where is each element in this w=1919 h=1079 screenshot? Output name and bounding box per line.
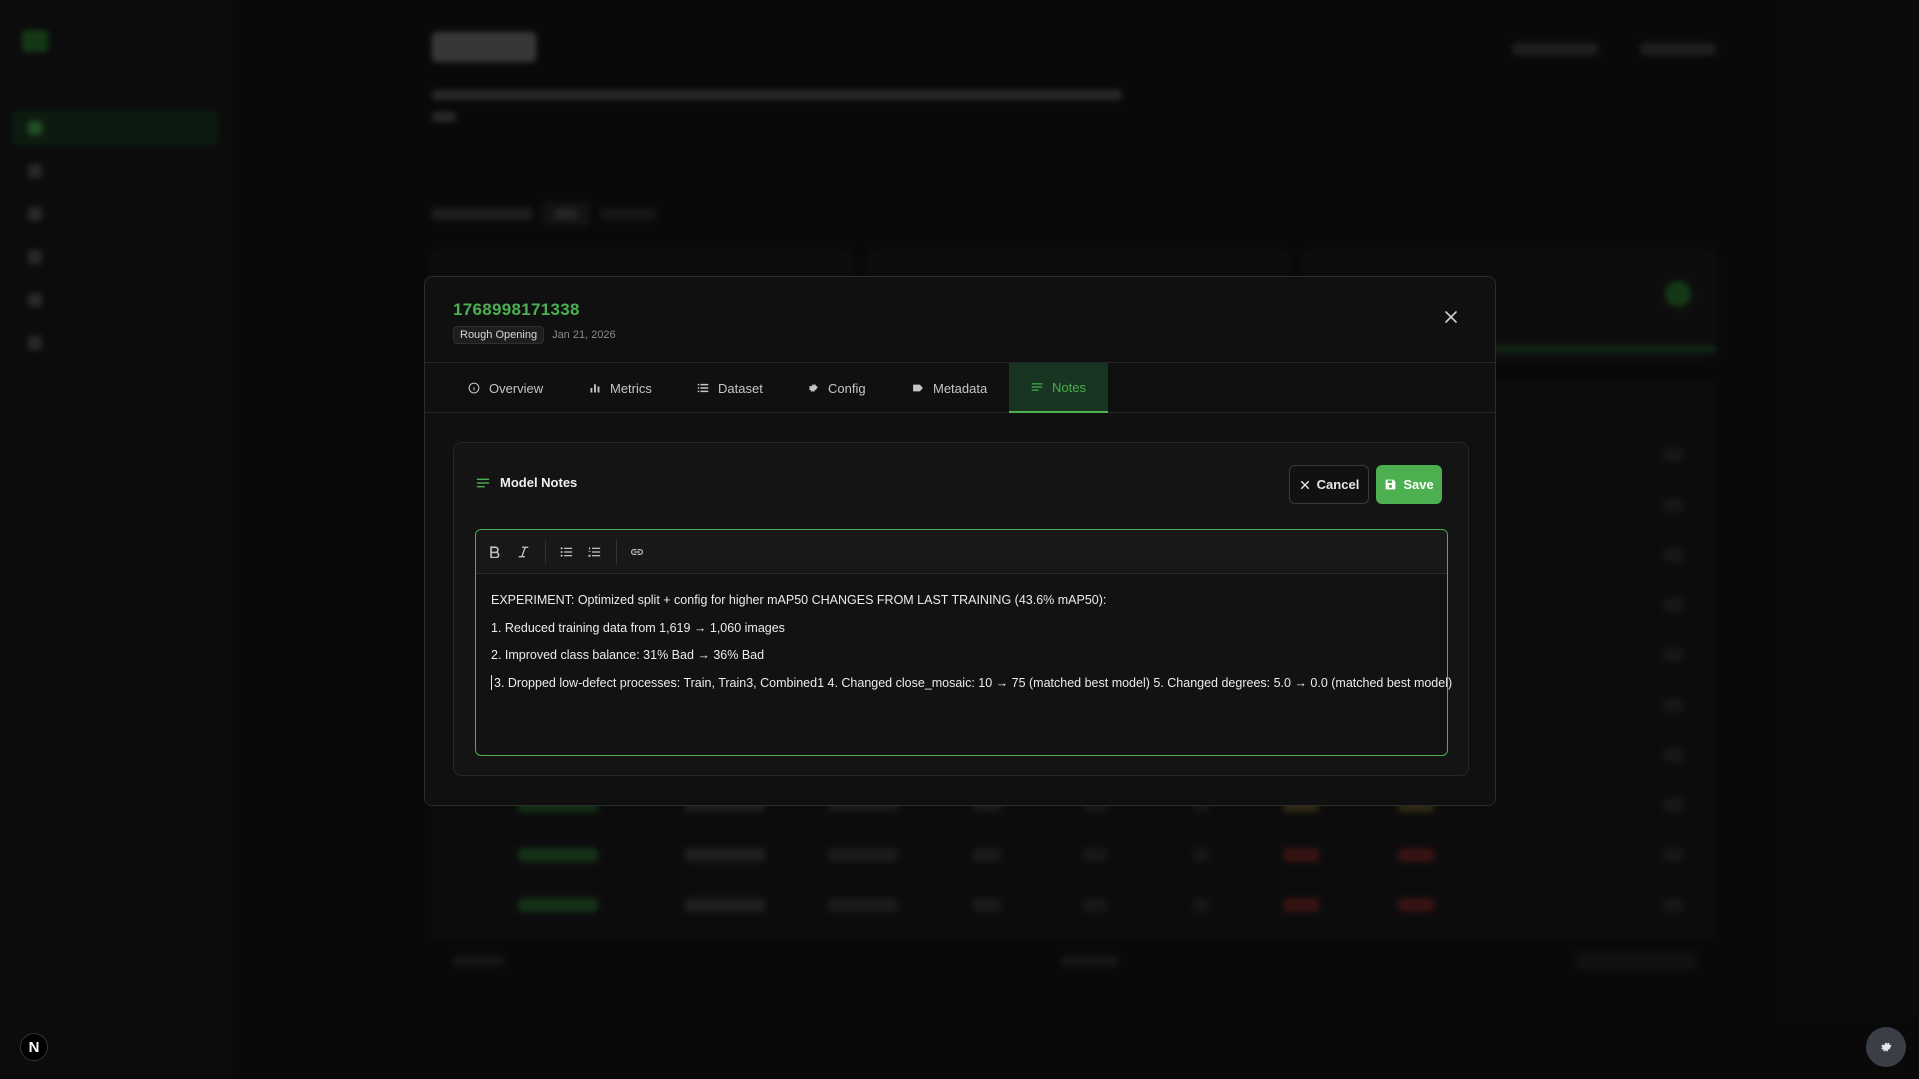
tab-label: Metadata bbox=[933, 380, 988, 396]
toolbar-divider bbox=[616, 540, 617, 564]
bold-button[interactable] bbox=[484, 542, 504, 562]
nextjs-badge[interactable]: N bbox=[20, 1033, 48, 1061]
dialog-meta: Rough Opening Jan 21, 2026 bbox=[453, 326, 616, 344]
notes-icon bbox=[1031, 383, 1043, 391]
settings-fab[interactable] bbox=[1866, 1027, 1906, 1067]
model-id-title: 1768998171338 bbox=[453, 300, 580, 319]
tab-label: Dataset bbox=[718, 380, 763, 396]
tab-overview[interactable]: Overview bbox=[468, 363, 543, 413]
notes-title: Model Notes bbox=[500, 475, 578, 490]
editor-toolbar bbox=[476, 530, 1447, 574]
list-icon bbox=[697, 383, 709, 393]
info-icon bbox=[468, 382, 480, 394]
bullet-list-icon bbox=[560, 547, 572, 557]
close-icon bbox=[1300, 480, 1309, 489]
tab-dataset[interactable]: Dataset bbox=[697, 363, 763, 413]
tab-config[interactable]: Config bbox=[807, 363, 866, 413]
notes-header: Model Notes bbox=[476, 475, 577, 490]
tag-icon bbox=[913, 384, 923, 392]
bullet-list-button[interactable] bbox=[556, 542, 576, 562]
note-line-with-caret: 3. Dropped low-defect processes: Train, … bbox=[491, 670, 1452, 698]
model-date: Jan 21, 2026 bbox=[552, 329, 616, 341]
save-label: Save bbox=[1403, 477, 1434, 492]
tab-label: Metrics bbox=[610, 380, 652, 396]
bold-icon bbox=[489, 546, 499, 558]
italic-icon bbox=[518, 546, 528, 558]
tab-label: Config bbox=[828, 380, 866, 396]
editor-content[interactable]: EXPERIMENT: Optimized split + config for… bbox=[491, 587, 1452, 698]
text-caret bbox=[491, 674, 492, 690]
link-icon bbox=[630, 549, 644, 555]
notes-panel: Model Notes Cancel Save EXPERIMENT: Opti… bbox=[453, 442, 1469, 776]
notes-editor[interactable]: EXPERIMENT: Optimized split + config for… bbox=[475, 529, 1452, 756]
note-line: 2. Improved class balance: 31% Bad → 36%… bbox=[491, 648, 765, 662]
toolbar-divider bbox=[545, 540, 546, 564]
link-button[interactable] bbox=[627, 542, 647, 562]
gear-icon bbox=[809, 384, 818, 392]
category-badge: Rough Opening bbox=[453, 326, 545, 344]
save-icon bbox=[1385, 479, 1396, 490]
note-line: 3. Dropped low-defect processes: Train, … bbox=[494, 675, 1453, 690]
tab-notes[interactable]: Notes bbox=[1009, 363, 1108, 413]
numbered-list-button[interactable] bbox=[584, 542, 604, 562]
close-button[interactable] bbox=[1437, 303, 1465, 331]
cancel-button[interactable]: Cancel bbox=[1289, 465, 1369, 504]
numbered-list-icon bbox=[587, 547, 600, 557]
notes-icon bbox=[476, 478, 490, 487]
cancel-label: Cancel bbox=[1316, 477, 1360, 492]
bar-chart-icon bbox=[590, 384, 600, 393]
save-button[interactable]: Save bbox=[1376, 465, 1442, 504]
note-line: 1. Reduced training data from 1,619 → 1,… bbox=[491, 620, 785, 635]
tab-label: Notes bbox=[1052, 379, 1086, 395]
model-details-dialog: 1768998171338 Rough Opening Jan 21, 2026… bbox=[424, 276, 1496, 806]
dialog-tabs: Overview Metrics Dataset Config Metadata… bbox=[425, 363, 1495, 413]
gear-icon bbox=[1881, 1042, 1892, 1052]
close-icon bbox=[1445, 311, 1457, 323]
tab-metrics[interactable]: Metrics bbox=[589, 363, 652, 413]
note-line: EXPERIMENT: Optimized split + config for… bbox=[491, 593, 1107, 607]
tab-metadata[interactable]: Metadata bbox=[912, 363, 987, 413]
italic-button[interactable] bbox=[513, 542, 533, 562]
dialog-header: 1768998171338 Rough Opening Jan 21, 2026 bbox=[425, 277, 1495, 363]
tab-label: Overview bbox=[489, 380, 544, 396]
